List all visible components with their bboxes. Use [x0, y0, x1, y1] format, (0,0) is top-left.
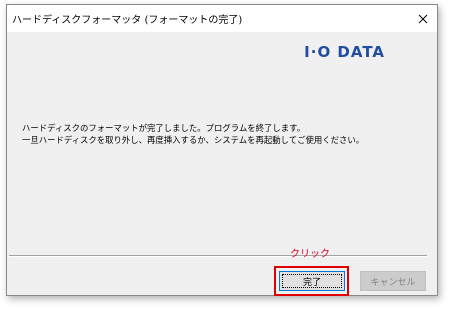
- title-bar: ハードディスクフォーマッタ (フォーマットの完了): [7, 5, 437, 32]
- message-line-2: 一旦ハードディスクを取り外し、再度挿入するか、システムを再起動してご使用ください…: [22, 135, 365, 145]
- iodata-logo: I·O DATA: [304, 43, 385, 61]
- cancel-button-label: キャンセル: [370, 277, 416, 288]
- dialog-window: ハードディスクフォーマッタ (フォーマットの完了) I·O DATA ハードディ…: [6, 4, 438, 296]
- footer-separator: [9, 255, 427, 257]
- completion-message: ハードディスクのフォーマットが完了しました。プログラムを終了します。 一旦ハード…: [22, 122, 364, 146]
- click-annotation: クリック: [290, 249, 330, 260]
- message-line-1: ハードディスクのフォーマットが完了しました。プログラムを終了します。: [22, 123, 306, 133]
- finish-button[interactable]: 完了: [279, 271, 345, 291]
- window-title: ハードディスクフォーマッタ (フォーマットの完了): [12, 15, 243, 26]
- close-icon: [418, 14, 428, 23]
- close-button[interactable]: [409, 5, 437, 32]
- focus-ring: [282, 274, 342, 288]
- cancel-button[interactable]: キャンセル: [360, 271, 426, 291]
